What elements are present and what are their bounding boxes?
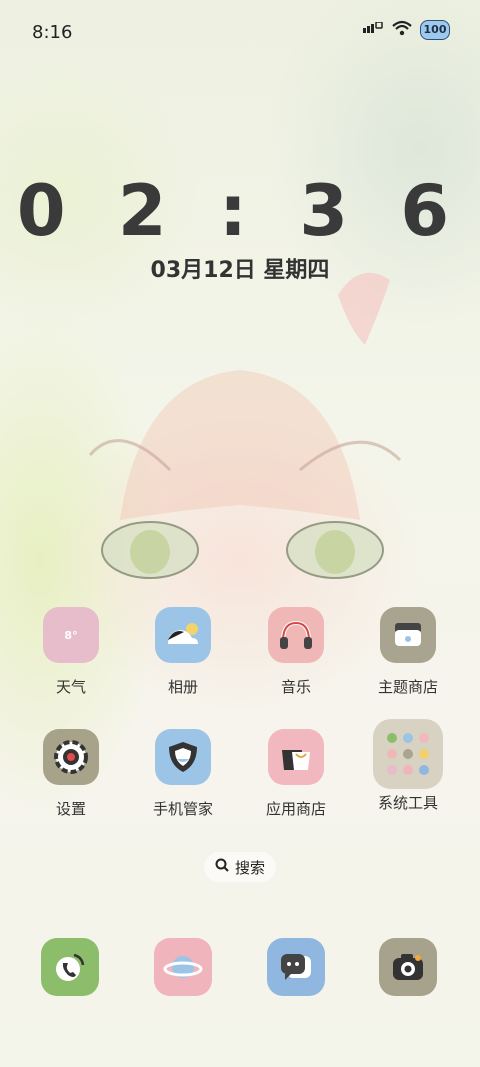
- app-label: 手机管家: [152, 800, 213, 818]
- dock-browser[interactable]: [133, 938, 233, 996]
- app-gallery[interactable]: 相册: [133, 607, 233, 697]
- app-weather[interactable]: 8° 天气: [21, 607, 121, 697]
- lock-clock-time: 0 2 : 3 6: [16, 170, 464, 252]
- status-time: 8:16: [32, 22, 73, 43]
- wallpaper-art: [88, 272, 402, 579]
- app-app-store[interactable]: 应用商店: [246, 729, 346, 819]
- dock-phone[interactable]: [20, 938, 120, 996]
- phone-manager-icon: [155, 729, 211, 785]
- nfc-icon: [362, 20, 384, 40]
- browser-icon: [154, 938, 212, 996]
- app-music[interactable]: 音乐: [246, 607, 346, 697]
- dock-camera[interactable]: [358, 938, 458, 996]
- folder-icon: [373, 719, 443, 789]
- app-label: 系统工具: [377, 794, 438, 812]
- app-phone-manager[interactable]: 手机管家: [133, 729, 233, 819]
- battery-indicator: 100: [420, 20, 450, 40]
- settings-icon: [43, 729, 99, 785]
- messages-icon: [267, 938, 325, 996]
- app-label: 主题商店: [377, 678, 438, 696]
- search-button[interactable]: 搜索: [204, 852, 276, 882]
- app-settings[interactable]: 设置: [21, 729, 121, 819]
- gallery-icon: [155, 607, 211, 663]
- music-icon: [268, 607, 324, 663]
- phone-icon: [41, 938, 99, 996]
- dock-messages[interactable]: [246, 938, 346, 996]
- wifi-icon: [392, 20, 412, 40]
- weather-temp: 8°: [64, 628, 78, 642]
- app-system-tools-folder[interactable]: 系统工具: [358, 719, 458, 813]
- app-label: 音乐: [280, 678, 311, 696]
- status-bar: 8:16 100: [0, 0, 480, 70]
- app-label: 天气: [55, 678, 86, 696]
- app-label: 应用商店: [265, 800, 326, 818]
- search-icon: [215, 858, 229, 876]
- lock-clock-date: 03月12日 星期四: [150, 258, 330, 283]
- weather-icon: 8°: [43, 607, 99, 663]
- search-label: 搜索: [234, 858, 265, 877]
- app-label: 相册: [167, 678, 198, 696]
- app-label: 设置: [55, 800, 86, 818]
- theme-store-icon: [380, 607, 436, 663]
- app-theme-store[interactable]: 主题商店: [358, 607, 458, 697]
- camera-icon: [379, 938, 437, 996]
- app-store-icon: [268, 729, 324, 785]
- status-icons: 100: [362, 20, 450, 40]
